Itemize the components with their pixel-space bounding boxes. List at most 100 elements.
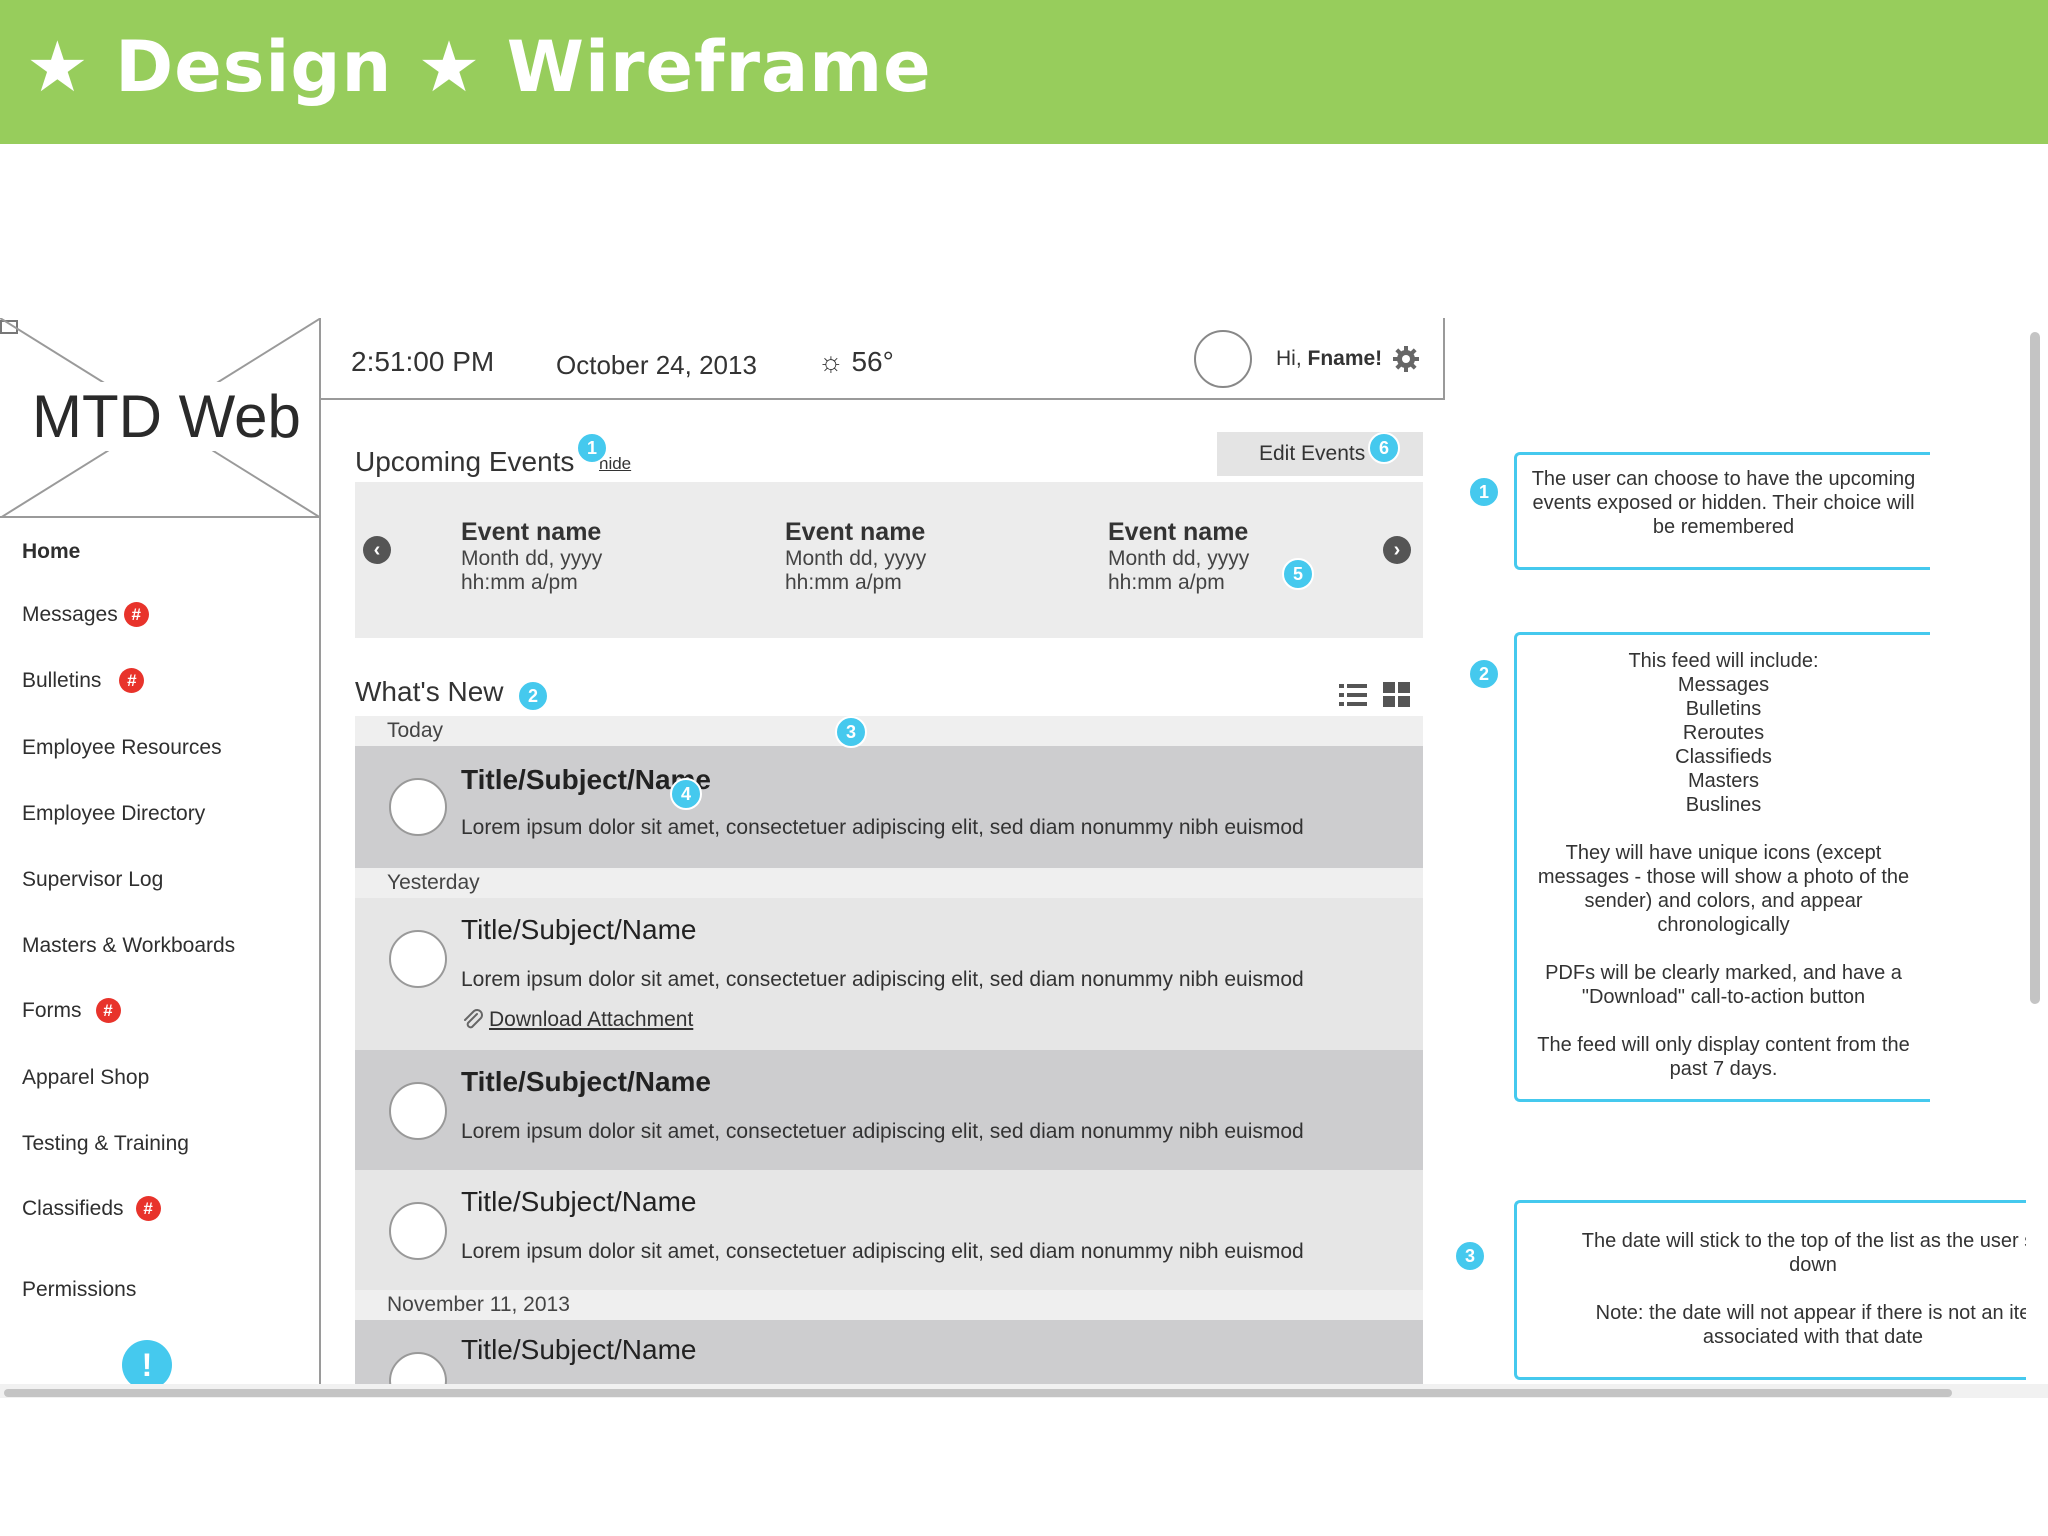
chevron-left-icon[interactable]: ‹ (363, 536, 391, 564)
paperclip-icon (464, 1009, 483, 1029)
clock-time: 2:51:00 PM (351, 346, 495, 377)
download-attachment-link[interactable]: Download Attachment (461, 1008, 693, 1032)
note-text: This feed will include: Messages Bulleti… (1537, 650, 1910, 1080)
logo-placeholder: MTD Web (0, 318, 321, 518)
sidebar-item-apparel-shop[interactable]: Apparel Shop (22, 1066, 149, 1090)
sidebar-item-employee-resources[interactable]: Employee Resources (22, 736, 222, 760)
date-header: Today (355, 716, 1423, 746)
sidebar-item-home[interactable]: Home (22, 540, 80, 564)
sidebar-item-label: Forms (22, 998, 82, 1022)
annotation-marker-3: 3 (835, 716, 867, 748)
notification-badge: # (95, 998, 121, 1023)
feed-item[interactable]: Title/Subject/Name Lorem ipsum dolor sit… (355, 1170, 1423, 1290)
avatar (389, 1082, 447, 1140)
sidebar-item-label: Supervisor Log (22, 868, 164, 891)
annotation-marker-6: 6 (1368, 432, 1400, 464)
avatar[interactable] (1194, 330, 1252, 388)
whats-new-title: What's New (355, 676, 504, 707)
wireframe: MTD Web Home Messages # Bulletins # Empl… (0, 318, 2048, 1418)
weather-readout: ☼ 56° (818, 346, 894, 377)
notification-badge: # (119, 668, 145, 693)
sidebar: Home Messages # Bulletins # Employee Res… (0, 518, 321, 1384)
event-card[interactable]: Event name Month dd, yyyy hh:mm a/pm (785, 518, 1045, 595)
sidebar-item-messages[interactable]: Messages # (22, 602, 149, 627)
slide-banner: ★ Design ★ Wireframe (0, 0, 2048, 144)
sidebar-item-label: Employee Directory (22, 802, 206, 825)
top-bar: 2:51:00 PM October 24, 2013 ☼ 56° Hi, Fn… (321, 318, 1445, 400)
feed-item[interactable]: Title/Subject/Name Lorem ipsum dolor sit… (355, 1050, 1423, 1170)
date-header: November 11, 2013 (355, 1290, 1423, 1320)
annotation-marker-2: 2 (517, 680, 549, 712)
sidebar-item-permissions[interactable]: Permissions (22, 1278, 136, 1302)
sidebar-item-supervisor-log[interactable]: Supervisor Log (22, 868, 163, 892)
sidebar-item-testing-training[interactable]: Testing & Training (22, 1132, 189, 1156)
notification-badge: # (123, 602, 149, 627)
notification-badge: # (135, 1196, 161, 1221)
upcoming-events-title: Upcoming Events (355, 446, 575, 477)
feed-item[interactable]: Title/Subject/Name (355, 1320, 1423, 1390)
event-time: hh:mm a/pm (461, 571, 578, 594)
annotation-note-2: This feed will include: Messages Bulleti… (1514, 632, 1930, 1102)
note-marker-2: 2 (1468, 658, 1500, 690)
avatar (389, 778, 447, 836)
user-greeting: Hi, Fname! (1276, 347, 1382, 371)
app-logo[interactable]: MTD Web (28, 382, 305, 451)
sidebar-item-label: Employee Resources (22, 736, 222, 759)
sidebar-item-bulletins[interactable]: Bulletins # (22, 668, 145, 693)
grid-view-icon[interactable] (1383, 682, 1411, 708)
feed-item-body: Lorem ipsum dolor sit amet, consectetuer… (461, 1120, 1304, 1143)
annotation-marker-1: 1 (576, 432, 608, 464)
feed-item-title: Title/Subject/Name (461, 1066, 712, 1097)
banner-title: ★ Design ★ Wireframe (26, 26, 932, 108)
note-text: The user can choose to have the upcoming… (1531, 468, 1916, 538)
annotation-note-3: The date will stick to the top of the li… (1514, 1200, 2026, 1380)
event-card[interactable]: Event name Month dd, yyyy hh:mm a/pm (1108, 518, 1368, 595)
sidebar-item-label: Testing & Training (22, 1132, 189, 1155)
sidebar-item-masters-workboards[interactable]: Masters & Workboards (22, 934, 235, 958)
current-date: October 24, 2013 (556, 350, 757, 380)
greeting-prefix: Hi, (1276, 347, 1308, 370)
horizontal-scrollbar-thumb[interactable] (4, 1389, 1952, 1397)
list-view-icon[interactable] (1339, 682, 1367, 708)
main-content: Upcoming Events hide Edit Events ‹ Event… (355, 400, 1423, 1390)
feed-item[interactable]: Title/Subject/Name Lorem ipsum dolor sit… (355, 746, 1423, 868)
events-carousel: ‹ Event name Month dd, yyyy hh:mm a/pm E… (355, 482, 1423, 638)
event-name: Event name (1108, 518, 1249, 546)
sidebar-item-label: Permissions (22, 1278, 137, 1301)
feed-item-title: Title/Subject/Name (461, 1186, 697, 1217)
feed-item-title: Title/Subject/Name (461, 914, 697, 945)
annotation-marker-4: 4 (670, 778, 702, 810)
annotation-note-1: The user can choose to have the upcoming… (1514, 452, 1930, 570)
note-marker-1: 1 (1468, 476, 1500, 508)
sidebar-item-label: Home (22, 540, 81, 563)
feed-item[interactable]: Title/Subject/Name Lorem ipsum dolor sit… (355, 898, 1423, 1050)
chevron-right-icon[interactable]: › (1383, 536, 1411, 564)
edit-events-label: Edit Events (1259, 442, 1366, 465)
annotation-marker-5: 5 (1282, 558, 1314, 590)
avatar (389, 1202, 447, 1260)
attachment-label: Download Attachment (489, 1008, 694, 1031)
event-name: Event name (785, 518, 926, 546)
sidebar-item-label: Classifieds (22, 1196, 124, 1220)
feed-item-body: Lorem ipsum dolor sit amet, consectetuer… (461, 968, 1304, 991)
feed-item-body: Lorem ipsum dolor sit amet, consectetuer… (461, 816, 1304, 839)
sidebar-item-forms[interactable]: Forms # (22, 998, 121, 1023)
gear-icon[interactable] (1391, 344, 1421, 374)
date-header: Yesterday (355, 868, 1423, 898)
sidebar-item-classifieds[interactable]: Classifieds # (22, 1196, 161, 1221)
event-name: Event name (461, 518, 602, 546)
sidebar-item-label: Masters & Workboards (22, 934, 236, 957)
event-date: Month dd, yyyy (1108, 547, 1250, 570)
sidebar-item-label: Apparel Shop (22, 1066, 150, 1089)
event-card[interactable]: Event name Month dd, yyyy hh:mm a/pm (461, 518, 721, 595)
event-date: Month dd, yyyy (785, 547, 927, 570)
event-date: Month dd, yyyy (461, 547, 603, 570)
whats-new-feed: Today Title/Subject/Name Lorem ipsum dol… (355, 716, 1423, 1390)
vertical-scrollbar-thumb[interactable] (2030, 332, 2040, 1004)
note-marker-3: 3 (1454, 1240, 1486, 1272)
alert-icon[interactable]: ! (122, 1340, 172, 1390)
sidebar-item-label: Bulletins (22, 668, 102, 692)
sidebar-item-employee-directory[interactable]: Employee Directory (22, 802, 205, 826)
event-time: hh:mm a/pm (785, 571, 902, 594)
feed-item-title: Title/Subject/Name (461, 1334, 697, 1365)
